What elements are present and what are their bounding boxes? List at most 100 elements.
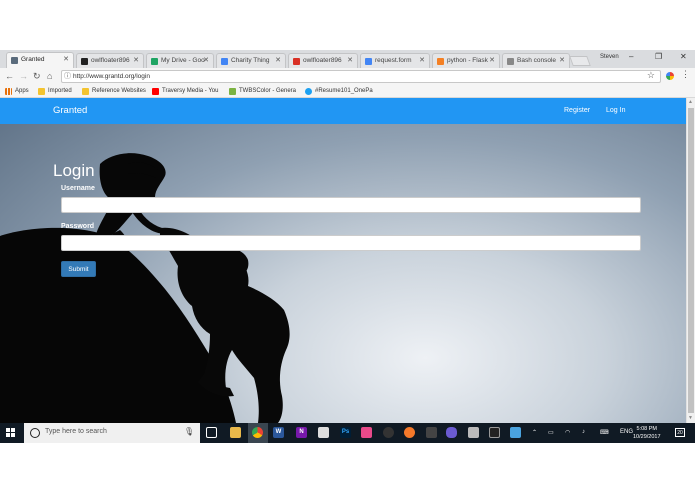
page-viewport: Granted Register Log In Login Username P…: [0, 98, 686, 423]
address-bar[interactable]: ⓘ http://www.grantd.org/login ☆: [61, 70, 661, 83]
page-title: Login: [53, 161, 95, 180]
bookmark-twbscolor[interactable]: TWBSColor - Genera: [229, 86, 296, 97]
close-icon[interactable]: ✕: [489, 54, 495, 68]
home-icon[interactable]: ⌂: [47, 70, 52, 82]
page-scrollbar[interactable]: ▲ ▼: [686, 98, 695, 423]
bookmark-label: TWBSColor - Genera: [239, 88, 297, 94]
forward-icon[interactable]: →: [19, 70, 28, 82]
blender-icon[interactable]: [404, 427, 415, 438]
tab-drive[interactable]: My Drive - Goo ✕: [146, 53, 214, 68]
docs-icon: [221, 58, 228, 65]
onenote-icon[interactable]: N: [296, 427, 307, 438]
tab-gmail[interactable]: owlfloater896 ✕: [288, 53, 358, 68]
steam-icon[interactable]: [383, 427, 394, 438]
hero-background: Login Username Password Submit: [0, 124, 686, 423]
volume-icon[interactable]: ♪: [582, 429, 585, 435]
password-label: Password: [61, 223, 95, 230]
app-icon[interactable]: [510, 427, 521, 438]
notepad-icon[interactable]: [468, 427, 479, 438]
close-icon[interactable]: ✕: [133, 54, 139, 68]
bookmark-apps[interactable]: Apps: [5, 86, 29, 97]
tab-label: request.form: [375, 57, 412, 64]
windows-start-icon[interactable]: [6, 428, 16, 438]
bookmark-resume101[interactable]: #Resume101_OnePa: [305, 86, 373, 97]
bookmark-label: Imported: [48, 88, 72, 94]
submit-button[interactable]: Submit: [61, 261, 96, 277]
battery-icon[interactable]: ▭: [548, 429, 554, 436]
google-icon: [365, 58, 372, 65]
info-icon[interactable]: ⓘ: [64, 71, 71, 82]
task-view-icon[interactable]: [206, 427, 217, 438]
tab-bash-console[interactable]: Bash console ✕: [502, 53, 570, 68]
clock-time: 5:08 PM: [636, 426, 657, 432]
clock[interactable]: 5:08 PM 10/29/2017: [633, 425, 661, 441]
keyboard-icon[interactable]: ⌨: [600, 429, 609, 436]
file-explorer-icon[interactable]: [230, 427, 241, 438]
word-icon[interactable]: W: [273, 427, 284, 438]
tab-label: Bash console: [517, 57, 557, 64]
unity-icon[interactable]: [426, 427, 437, 438]
reload-icon[interactable]: ↻: [33, 70, 41, 82]
folder-icon: [38, 88, 45, 95]
taskbar-search-box[interactable]: Type here to search 🎙: [24, 423, 200, 443]
tab-granted[interactable]: Granted ✕: [6, 52, 74, 68]
terminal-icon[interactable]: [489, 427, 500, 438]
close-window-icon[interactable]: ✕: [680, 52, 687, 61]
browser-toolbar: ← → ↻ ⌂ ⓘ http://www.grantd.org/login ☆ …: [0, 68, 695, 85]
microphone-icon[interactable]: 🎙: [184, 427, 194, 436]
site-navbar: Granted Register Log In: [0, 98, 686, 124]
tab-github[interactable]: owlfloater896 ✕: [76, 53, 144, 68]
chevron-up-icon[interactable]: ⌃: [532, 429, 537, 436]
bookmarks-bar: Apps Imported Reference Websites Travers…: [0, 85, 695, 98]
bookmark-star-icon[interactable]: ☆: [647, 70, 655, 81]
password-input[interactable]: [61, 235, 641, 251]
scroll-down-icon[interactable]: ▼: [688, 415, 693, 421]
close-icon[interactable]: ✕: [63, 53, 69, 67]
tab-label: owlfloater896: [91, 57, 130, 64]
login-link[interactable]: Log In: [606, 107, 625, 114]
close-icon[interactable]: ✕: [559, 54, 565, 68]
close-icon[interactable]: ✕: [347, 54, 353, 68]
extension-icon[interactable]: [666, 72, 674, 80]
register-link[interactable]: Register: [564, 107, 590, 114]
apps-grid-icon: [5, 88, 12, 95]
photoshop-icon[interactable]: Ps: [340, 427, 351, 438]
user-profile-label[interactable]: Steven: [600, 54, 619, 60]
new-tab-button[interactable]: [569, 56, 591, 66]
stackoverflow-icon: [437, 58, 444, 65]
scroll-up-icon[interactable]: ▲: [688, 99, 693, 105]
app-icon[interactable]: [318, 427, 329, 438]
taskbar-search-placeholder: Type here to search: [45, 428, 107, 435]
wifi-icon[interactable]: ◠: [565, 429, 570, 436]
tab-python-flask[interactable]: python - Flask ✕: [432, 53, 500, 68]
bookmark-traversy[interactable]: Traversy Media - You: [152, 86, 218, 97]
username-input[interactable]: [61, 197, 641, 213]
scroll-thumb[interactable]: [688, 108, 694, 413]
url-text: http://www.grantd.org/login: [73, 73, 150, 80]
menu-icon[interactable]: ⋮: [681, 69, 690, 80]
site-brand[interactable]: Granted: [53, 105, 87, 116]
windows-taskbar: Type here to search 🎙 W N Ps ⌃ ▭ ◠ ♪ ⌨ E…: [0, 423, 695, 443]
paint-icon[interactable]: [361, 427, 372, 438]
tab-label: My Drive - Goo: [161, 57, 205, 64]
chrome-icon[interactable]: [252, 427, 263, 438]
discord-icon[interactable]: [446, 427, 457, 438]
close-icon[interactable]: ✕: [203, 54, 209, 68]
language-indicator[interactable]: ENG: [620, 429, 633, 435]
twitter-icon: [305, 88, 312, 95]
back-icon[interactable]: ←: [5, 70, 14, 82]
bookmark-imported[interactable]: Imported: [38, 86, 72, 97]
close-icon[interactable]: ✕: [419, 54, 425, 68]
tab-charity[interactable]: Charity Thing ✕: [216, 53, 286, 68]
tab-request-form[interactable]: request.form ✕: [360, 53, 430, 68]
gmail-icon: [293, 58, 300, 65]
minimize-icon[interactable]: –: [629, 52, 633, 61]
restore-icon[interactable]: ❐: [655, 52, 662, 61]
notifications-icon[interactable]: 20: [675, 428, 685, 437]
tab-label: owlfloater896: [303, 57, 342, 64]
page-icon: [11, 57, 18, 64]
close-icon[interactable]: ✕: [275, 54, 281, 68]
bookmark-reference-websites[interactable]: Reference Websites: [82, 86, 146, 97]
screen: Granted ✕ owlfloater896 ✕ My Drive - Goo…: [0, 0, 695, 494]
bookmark-label: Reference Websites: [92, 88, 146, 94]
